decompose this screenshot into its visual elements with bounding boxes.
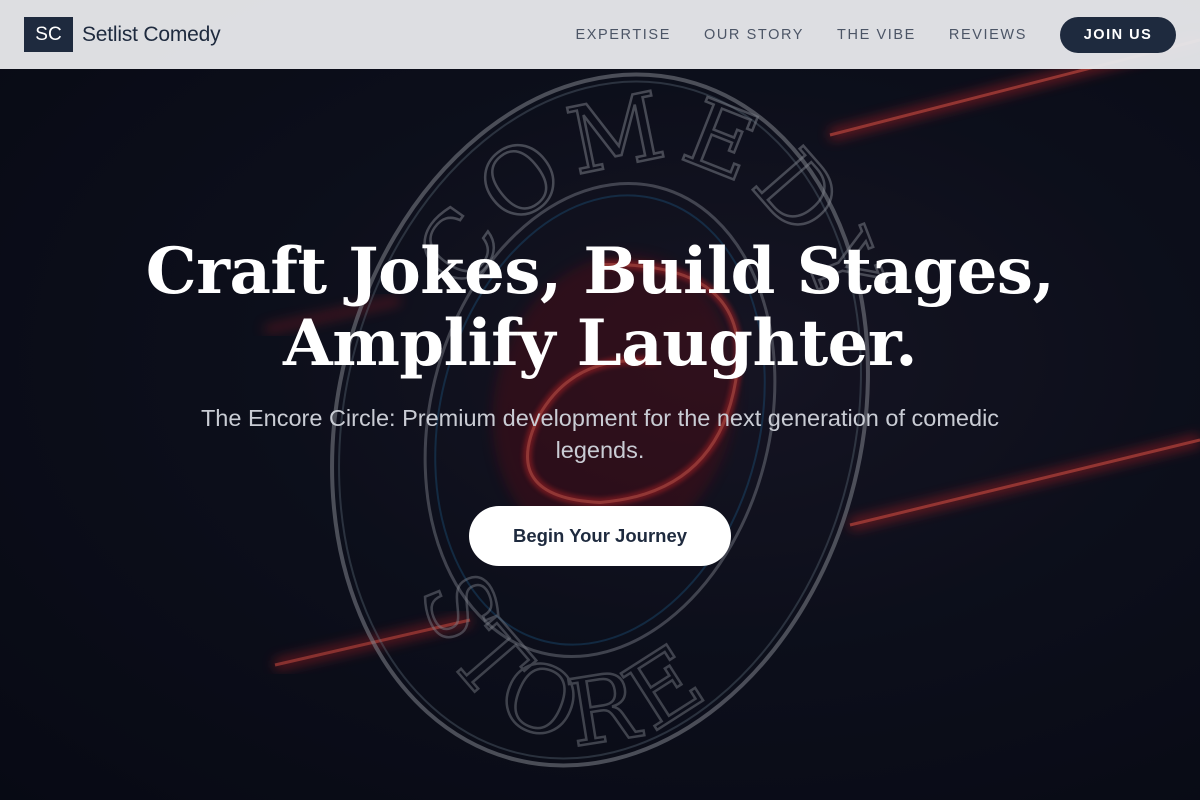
site-header: SC Setlist Comedy EXPERTISE OUR STORY TH… — [0, 0, 1200, 69]
logo-mark: SC — [24, 17, 73, 52]
brand-logo[interactable]: SC Setlist Comedy — [24, 17, 221, 52]
nav-link-our-story[interactable]: OUR STORY — [704, 27, 804, 43]
join-us-button[interactable]: JOIN US — [1060, 16, 1176, 53]
begin-journey-button[interactable]: Begin Your Journey — [469, 506, 731, 566]
hero-content: Craft Jokes, Build Stages, Amplify Laugh… — [0, 0, 1200, 800]
hero-title-line-2: Amplify Laughter. — [283, 306, 917, 381]
hero-title: Craft Jokes, Build Stages, Amplify Laugh… — [0, 236, 1200, 380]
main-nav: EXPERTISE OUR STORY THE VIBE REVIEWS JOI… — [575, 16, 1176, 53]
hero-subtitle: The Encore Circle: Premium development f… — [200, 405, 1000, 463]
nav-link-reviews[interactable]: REVIEWS — [949, 27, 1027, 43]
brand-name: Setlist Comedy — [82, 22, 221, 46]
nav-link-the-vibe[interactable]: THE VIBE — [837, 27, 916, 43]
hero-title-line-1: Craft Jokes, Build Stages, — [145, 234, 1055, 309]
nav-link-expertise[interactable]: EXPERTISE — [575, 27, 671, 43]
